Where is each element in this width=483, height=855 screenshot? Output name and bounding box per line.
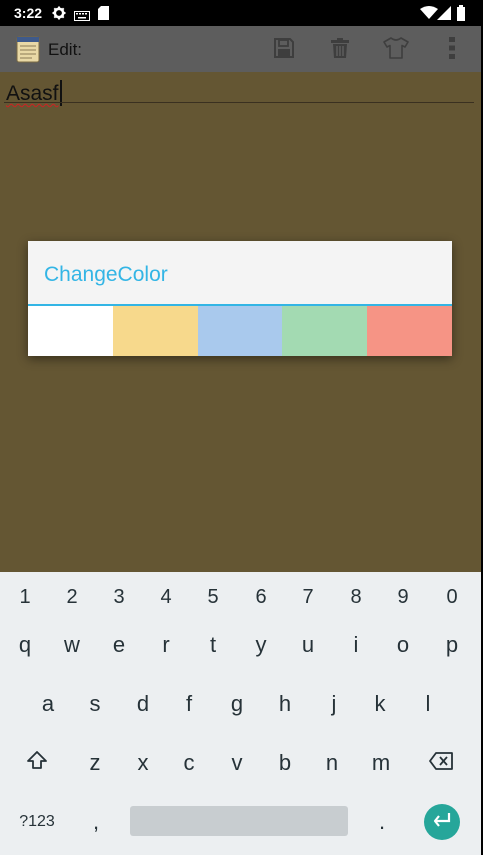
key-n[interactable]: n	[310, 739, 354, 787]
key-b[interactable]: b	[263, 739, 307, 787]
key-o[interactable]: o	[381, 621, 425, 669]
key-t[interactable]: t	[191, 621, 235, 669]
sd-card-icon	[98, 6, 109, 25]
key-d[interactable]: d	[121, 680, 165, 728]
key-u[interactable]: u	[286, 621, 330, 669]
cell-signal-icon	[437, 6, 451, 25]
key-g[interactable]: g	[215, 680, 259, 728]
key-j[interactable]: j	[312, 680, 356, 728]
screen: 3:22 Edit: Asasf ChangeColor 1 2 3 4 5 6…	[0, 0, 481, 855]
key-r[interactable]: r	[144, 621, 188, 669]
status-time: 3:22	[14, 5, 43, 21]
trash-icon	[331, 37, 349, 63]
key-9[interactable]: 9	[381, 574, 425, 620]
notepad-icon	[16, 35, 40, 63]
key-z[interactable]: z	[73, 739, 117, 787]
key-1[interactable]: 1	[3, 574, 47, 620]
overflow-menu-button[interactable]	[436, 34, 468, 66]
key-0[interactable]: 0	[430, 574, 474, 620]
change-color-button[interactable]	[380, 34, 412, 66]
key-comma[interactable]: ,	[74, 798, 118, 846]
key-a[interactable]: a	[26, 680, 70, 728]
backspace-icon	[429, 750, 453, 776]
key-h[interactable]: h	[263, 680, 307, 728]
key-s[interactable]: s	[73, 680, 117, 728]
key-5[interactable]: 5	[191, 574, 235, 620]
key-y[interactable]: y	[239, 621, 283, 669]
gear-icon	[52, 6, 66, 25]
change-color-dialog: ChangeColor	[28, 241, 452, 356]
key-period[interactable]: .	[360, 798, 404, 846]
enter-key[interactable]	[424, 804, 460, 840]
key-4[interactable]: 4	[144, 574, 188, 620]
key-x[interactable]: x	[121, 739, 165, 787]
dialog-title: ChangeColor	[44, 263, 168, 286]
color-swatches	[28, 306, 452, 356]
swatch-yellow[interactable]	[112, 306, 198, 356]
key-f[interactable]: f	[167, 680, 211, 728]
key-k[interactable]: k	[358, 680, 402, 728]
swatch-blue[interactable]	[197, 306, 283, 356]
battery-icon	[457, 5, 465, 26]
overflow-menu-icon	[449, 36, 455, 64]
swatch-green[interactable]	[282, 306, 368, 356]
swatch-red[interactable]	[367, 306, 452, 356]
keyboard-icon	[74, 8, 90, 26]
key-6[interactable]: 6	[239, 574, 283, 620]
key-8[interactable]: 8	[334, 574, 378, 620]
delete-button[interactable]	[324, 34, 356, 66]
enter-icon	[432, 812, 452, 833]
key-m[interactable]: m	[359, 739, 403, 787]
symbols-key[interactable]: ?123	[10, 798, 64, 846]
key-2[interactable]: 2	[50, 574, 94, 620]
swatch-white[interactable]	[28, 306, 113, 356]
action-bar-title: Edit:	[48, 40, 83, 59]
tshirt-icon	[383, 36, 409, 64]
key-l[interactable]: l	[406, 680, 450, 728]
action-bar: Edit:	[0, 26, 481, 72]
key-i[interactable]: i	[334, 621, 378, 669]
key-3[interactable]: 3	[97, 574, 141, 620]
space-key[interactable]	[130, 806, 348, 836]
key-p[interactable]: p	[430, 621, 474, 669]
key-w[interactable]: w	[50, 621, 94, 669]
key-c[interactable]: c	[167, 739, 211, 787]
shift-key[interactable]	[15, 739, 59, 787]
key-e[interactable]: e	[97, 621, 141, 669]
shift-icon	[26, 750, 48, 776]
save-button[interactable]	[268, 34, 300, 66]
backspace-key[interactable]	[419, 739, 463, 787]
status-bar: 3:22	[0, 0, 481, 26]
key-q[interactable]: q	[3, 621, 47, 669]
wifi-icon	[420, 6, 438, 25]
soft-keyboard: 1 2 3 4 5 6 7 8 9 0 q w e r t y u i o p …	[0, 572, 481, 855]
note-underline	[4, 102, 474, 103]
key-v[interactable]: v	[215, 739, 259, 787]
key-7[interactable]: 7	[286, 574, 330, 620]
save-icon	[274, 37, 294, 63]
